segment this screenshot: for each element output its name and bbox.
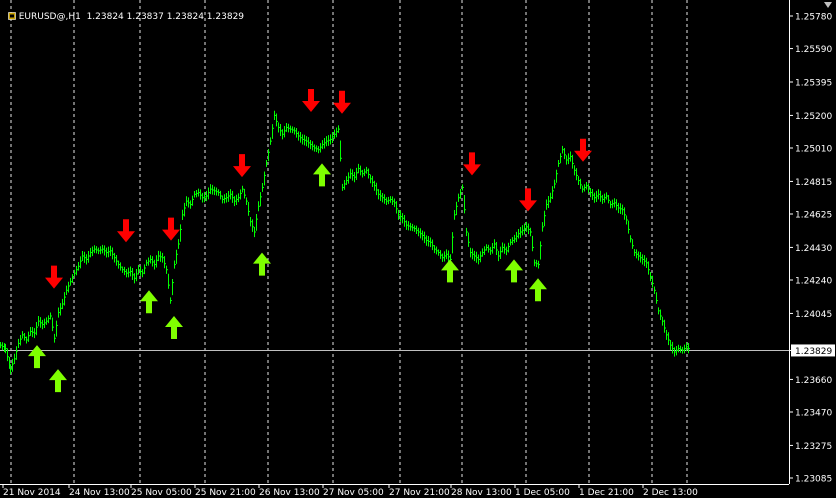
chart-title: EURUSD@,H1 1.23824 1.23837 1.23824 1.238… xyxy=(2,2,244,22)
price-tick-label: 1.25395 xyxy=(795,79,832,89)
buy-arrow-icon xyxy=(28,345,46,369)
buy-arrow-icon xyxy=(165,316,183,339)
chart-window-icon xyxy=(7,12,16,20)
sell-arrow-icon xyxy=(333,90,351,114)
buy-arrow-icon xyxy=(140,290,158,314)
price-tick-label: 1.24045 xyxy=(795,310,832,320)
sell-arrow-icon xyxy=(45,265,63,289)
price-tick-label: 1.23085 xyxy=(795,475,832,485)
time-tick-label: 28 Nov 13:00 xyxy=(451,488,512,498)
price-tick-label: 1.25010 xyxy=(795,145,832,155)
price-axis[interactable]: 1.25780 1.25590 1.25395 1.25200 1.25010 1.248… xyxy=(789,0,835,485)
price-tick-label: 1.24240 xyxy=(795,277,832,287)
price-tick-label: 1.23829 xyxy=(795,347,832,357)
time-tick-label: 24 Nov 13:00 xyxy=(69,488,130,498)
time-tick-label: 2 Dec 13:00 xyxy=(643,488,698,498)
buy-arrow-icon xyxy=(505,259,523,283)
chart-grid xyxy=(10,0,688,484)
price-tick-label: 1.25590 xyxy=(795,45,832,55)
time-tick-label: 27 Nov 05:00 xyxy=(323,488,384,498)
time-axis[interactable]: 21 Nov 2014 24 Nov 13:00 25 Nov 05:00 25 No… xyxy=(0,484,789,498)
time-tick-label: 26 Nov 13:00 xyxy=(259,488,320,498)
time-tick-label: 1 Dec 05:00 xyxy=(515,488,570,498)
buy-arrow-icon xyxy=(529,278,547,302)
sell-arrow-icon xyxy=(519,188,537,212)
sell-arrow-icon xyxy=(117,219,135,243)
sell-arrow-icon xyxy=(302,89,320,112)
time-tick-label: 21 Nov 2014 xyxy=(3,488,61,498)
sell-arrow-icon xyxy=(162,217,180,241)
price-tick-label: 1.24625 xyxy=(795,211,832,221)
buy-arrow-icon xyxy=(441,259,459,283)
time-tick-label: 25 Nov 21:00 xyxy=(195,488,256,498)
signal-arrows xyxy=(28,89,592,393)
price-tick-label: 1.23275 xyxy=(795,442,832,452)
time-tick-label: 25 Nov 05:00 xyxy=(131,488,192,498)
price-tick-label: 1.23470 xyxy=(795,409,832,419)
price-tick-label: 1.25780 xyxy=(795,13,832,23)
sell-arrow-icon xyxy=(463,152,481,176)
time-tick-label: 1 Dec 21:00 xyxy=(579,488,634,498)
scroll-corner-icon[interactable] xyxy=(824,2,832,10)
time-tick-label: 27 Nov 21:00 xyxy=(389,488,450,498)
sell-arrow-icon xyxy=(233,154,251,178)
buy-arrow-icon xyxy=(313,163,331,187)
symbol-quote: EURUSD@,H1 1.23824 1.23837 1.23824 1.238… xyxy=(18,12,245,22)
price-tick-label: 1.25200 xyxy=(795,112,832,122)
price-tick-label: 1.24815 xyxy=(795,178,832,188)
price-tick-label: 1.24430 xyxy=(795,244,832,254)
price-chart[interactable]: 1.25780 1.25590 1.25395 1.25200 1.25010 1.248… xyxy=(0,0,836,498)
price-tick-label: 1.23660 xyxy=(795,376,832,386)
buy-arrow-icon xyxy=(49,369,67,393)
candle-series xyxy=(0,110,690,375)
